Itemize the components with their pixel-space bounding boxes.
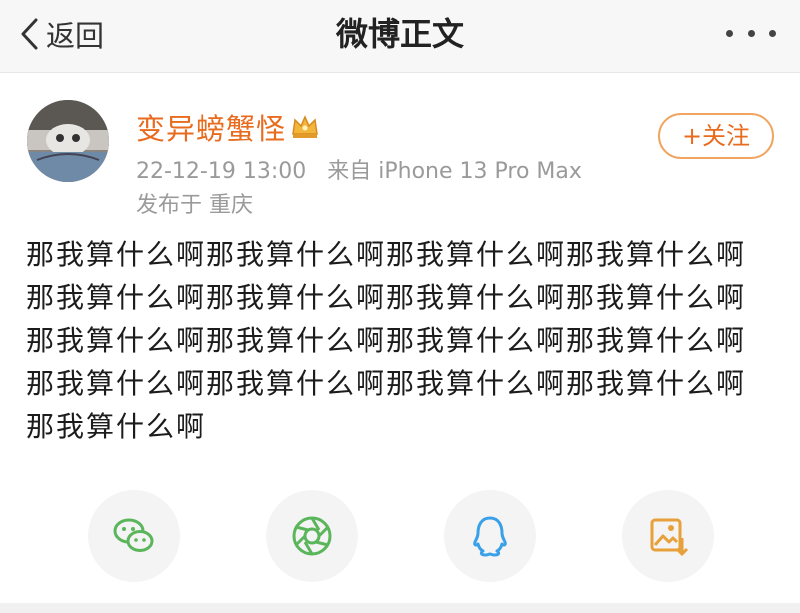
- more-dot-icon: [747, 29, 755, 37]
- more-options-button[interactable]: [726, 24, 776, 42]
- post-text: 那我算什么啊那我算什么啊那我算什么啊那我算什么啊那我算什么啊那我算什么啊那我算什…: [26, 238, 747, 443]
- avatar[interactable]: [27, 100, 109, 182]
- post-location: 发布于 重庆: [136, 193, 253, 218]
- save-image-button[interactable]: [622, 490, 714, 582]
- wechat-icon: [113, 518, 154, 552]
- share-qq-button[interactable]: [444, 490, 536, 582]
- qq-icon: [473, 516, 507, 557]
- bottom-divider: [0, 603, 800, 613]
- page-title: 微博正文: [335, 15, 464, 53]
- vip-crown-icon: [292, 115, 318, 138]
- navigation-bar: 返回 微博正文: [0, 0, 800, 73]
- post-time: 22-12-19 13:00: [136, 159, 307, 184]
- more-dot-icon: [726, 29, 733, 37]
- share-moments-button[interactable]: [266, 490, 358, 582]
- username[interactable]: 变异螃蟹怪: [136, 106, 286, 148]
- save-image-icon: [650, 518, 689, 557]
- share-wechat-button[interactable]: [88, 490, 180, 582]
- post-source: 来自 iPhone 13 Pro Max: [327, 159, 582, 184]
- follow-button[interactable]: +关注: [658, 113, 774, 159]
- moments-icon: [292, 516, 332, 556]
- more-dot-icon: [769, 29, 776, 37]
- post-meta: 22-12-19 13:00 来自 iPhone 13 Pro Max: [136, 153, 582, 185]
